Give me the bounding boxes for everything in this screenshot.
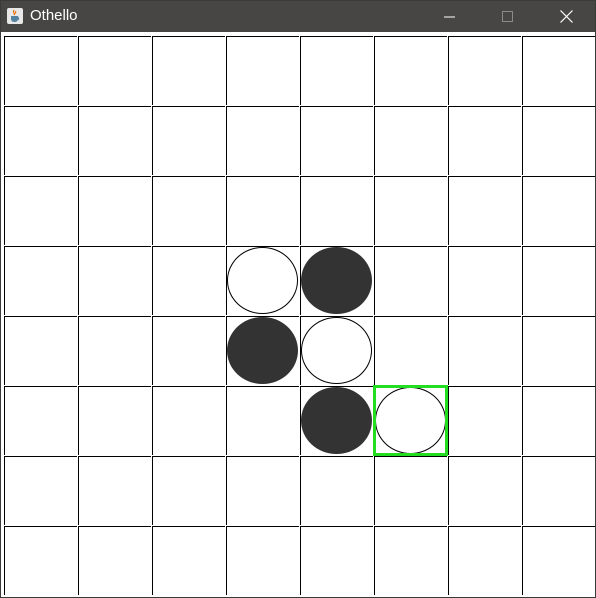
board-cell[interactable] (374, 246, 447, 315)
board-cell[interactable] (152, 176, 225, 245)
board-cell[interactable] (226, 176, 299, 245)
board-cell[interactable] (448, 176, 521, 245)
board-cell[interactable] (300, 456, 373, 525)
black-disc (227, 317, 298, 384)
othello-window: Othello (0, 0, 596, 598)
board-cell[interactable] (300, 36, 373, 105)
maximize-icon (502, 10, 513, 22)
board-cell[interactable] (374, 316, 447, 385)
board-cell[interactable] (300, 106, 373, 175)
board-cell[interactable] (152, 36, 225, 105)
white-disc (227, 247, 298, 314)
board-cell[interactable] (448, 246, 521, 315)
board-cell[interactable] (78, 316, 151, 385)
board-cell[interactable] (152, 246, 225, 315)
board-cell[interactable] (226, 36, 299, 105)
board-cell[interactable] (4, 316, 77, 385)
board-cell[interactable] (374, 36, 447, 105)
board-cell[interactable] (4, 386, 77, 455)
board-cell[interactable] (522, 526, 595, 595)
board-cell[interactable] (78, 106, 151, 175)
board-cell[interactable] (78, 176, 151, 245)
board-cell[interactable] (522, 36, 595, 105)
board-cell[interactable] (522, 176, 595, 245)
java-cup-icon (7, 8, 23, 24)
board-cell[interactable] (448, 106, 521, 175)
board-cell[interactable] (78, 36, 151, 105)
board-cell[interactable] (4, 526, 77, 595)
black-disc (301, 387, 372, 454)
board-cell[interactable] (448, 316, 521, 385)
board-cell[interactable] (300, 176, 373, 245)
board-cell[interactable] (4, 456, 77, 525)
window-title: Othello (30, 7, 78, 24)
board-cell[interactable] (78, 526, 151, 595)
close-icon (559, 10, 573, 23)
board-cell[interactable] (448, 526, 521, 595)
black-disc (301, 247, 372, 314)
board-cell[interactable] (226, 526, 299, 595)
minimize-button[interactable] (421, 1, 479, 32)
board-cell[interactable] (374, 456, 447, 525)
board-cell[interactable] (152, 106, 225, 175)
board-cell[interactable] (4, 106, 77, 175)
maximize-button[interactable] (479, 1, 537, 32)
board-cell[interactable] (448, 36, 521, 105)
close-button[interactable] (537, 1, 595, 32)
white-disc (301, 317, 372, 384)
board-cell[interactable] (226, 456, 299, 525)
board-cell[interactable] (78, 456, 151, 525)
minimize-icon (444, 16, 455, 17)
board-cell[interactable] (4, 246, 77, 315)
board-cell[interactable] (4, 176, 77, 245)
board-cell[interactable] (448, 386, 521, 455)
board-cell[interactable] (152, 456, 225, 525)
board-cell[interactable] (374, 526, 447, 595)
board-cell[interactable] (522, 246, 595, 315)
board-cell[interactable] (78, 246, 151, 315)
board-cell[interactable] (152, 386, 225, 455)
board-cell[interactable] (522, 456, 595, 525)
board-cell[interactable] (374, 106, 447, 175)
title-bar[interactable]: Othello (1, 1, 595, 32)
board-cell[interactable] (78, 386, 151, 455)
white-disc (375, 387, 446, 454)
board-cell[interactable] (4, 36, 77, 105)
board-cell[interactable] (522, 386, 595, 455)
board-cell[interactable] (226, 386, 299, 455)
board-cell[interactable] (522, 316, 595, 385)
othello-board (4, 36, 596, 596)
board-cell[interactable] (300, 526, 373, 595)
board-cell[interactable] (522, 106, 595, 175)
board-cell[interactable] (448, 456, 521, 525)
board-cell[interactable] (152, 316, 225, 385)
board-cell[interactable] (226, 106, 299, 175)
board-cell[interactable] (152, 526, 225, 595)
board-cell[interactable] (374, 176, 447, 245)
